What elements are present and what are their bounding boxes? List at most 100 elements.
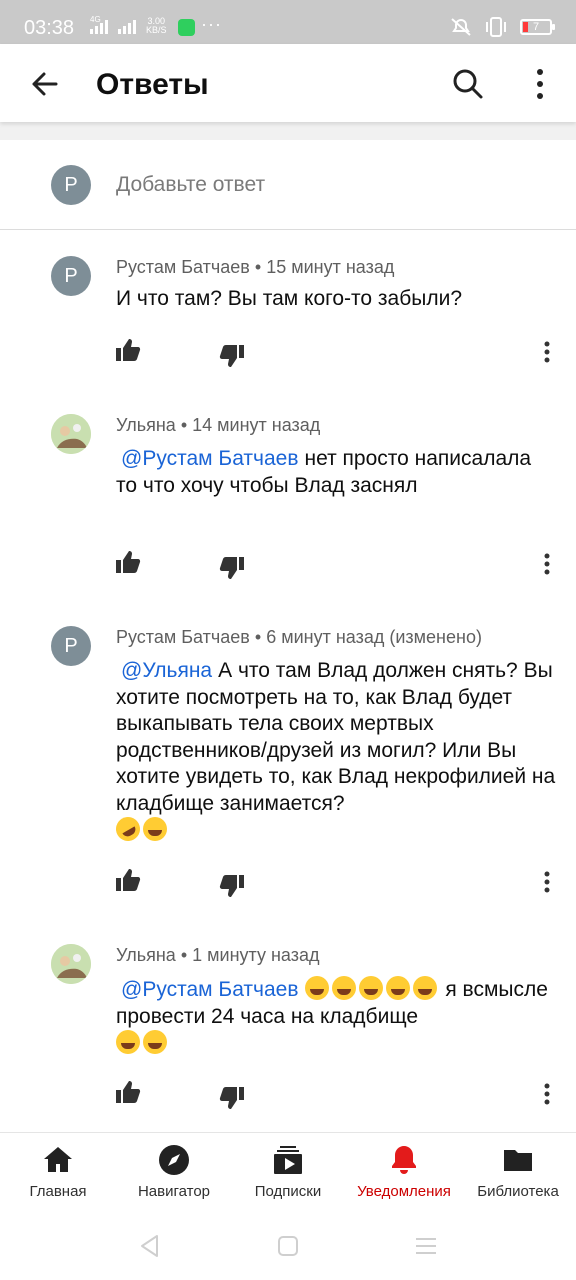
meta-separator: • (254, 257, 262, 277)
comment-time: 14 минут назад (192, 415, 321, 435)
laughing-emoji (358, 976, 383, 1000)
comment: Р Рустам Батчаев • 6 минут назад (измене… (0, 626, 576, 906)
comment-text: И что там? Вы там кого-то забыли? (116, 286, 556, 313)
network-speed: 3.00 KB/S (146, 17, 167, 35)
comment-actions (0, 336, 576, 367)
back-arrow-icon[interactable] (22, 62, 66, 106)
comment-author: Рустам Батчаев (116, 257, 250, 277)
status-right: 7 (450, 17, 555, 37)
nav-subscriptions[interactable]: Подписки (230, 1133, 346, 1213)
comment-author: Ульяна (116, 415, 176, 435)
comment-meta: Ульяна • 1 минуту назад (116, 944, 320, 966)
comment-text-content: А что там Влад должен снять? Вы хотите п… (116, 659, 556, 815)
comment-time: 15 минут назад (266, 257, 395, 277)
laughing-emoji (143, 817, 167, 841)
like-icon[interactable] (114, 1078, 142, 1106)
comment-meta: Рустам Батчаев • 6 минут назад (изменено… (116, 626, 482, 648)
meta-separator: • (180, 415, 188, 435)
add-reply-input[interactable]: Добавьте ответ (116, 172, 265, 198)
comment-meta: Рустам Батчаев • 15 минут назад (116, 256, 394, 278)
comment-more-icon[interactable] (535, 1080, 559, 1108)
comment: Р Рустам Батчаев • 15 минут назад И что … (0, 256, 576, 376)
comment-text: @Рустам Батчаев я всмысле провести 24 ча… (116, 976, 556, 1058)
network-speed-unit: KB/S (146, 25, 167, 35)
rofl-emoji (111, 812, 145, 846)
comment-time: 1 минуту назад (192, 945, 320, 965)
divider (0, 122, 576, 140)
avatar: Р (51, 165, 91, 205)
bottom-navigation: Главная Навигатор Подписки Уведомления Б… (0, 1132, 576, 1212)
avatar-image (51, 944, 91, 984)
comment-text: @Рустам Батчаев нет просто написалала то … (116, 446, 556, 499)
comment-actions (0, 866, 576, 897)
compass-icon (159, 1145, 189, 1175)
nav-notifications[interactable]: Уведомления (346, 1133, 462, 1213)
mute-icon (451, 18, 471, 36)
laughing-emoji (385, 976, 410, 1000)
comment-more-icon[interactable] (535, 338, 559, 366)
dislike-icon[interactable] (218, 872, 246, 900)
status-time: 03:38 (24, 17, 75, 39)
comment-actions (0, 548, 576, 579)
system-back-icon[interactable] (136, 1232, 164, 1260)
home-icon (44, 1147, 72, 1172)
mention-link[interactable]: @Рустам Батчаев (116, 978, 305, 1001)
comment-time: 6 минут назад (изменено) (266, 627, 482, 647)
comment: Ульяна • 1 минуту назад @Рустам Батчаев … (0, 944, 576, 1114)
signal-icon (118, 18, 136, 34)
avatar[interactable] (51, 944, 91, 984)
laughing-emoji (412, 976, 437, 1000)
like-icon[interactable] (114, 866, 142, 894)
dislike-icon[interactable] (218, 554, 246, 582)
battery-icon: 7 (520, 19, 555, 35)
comment-meta: Ульяна • 14 минут назад (116, 414, 320, 436)
system-recents-icon[interactable] (412, 1232, 440, 1260)
nav-label: Библиотека (477, 1183, 559, 1200)
comment-actions (0, 1078, 576, 1109)
message-notification-icon (178, 19, 195, 36)
meta-separator: • (254, 627, 262, 647)
comment-text-content: И что там? Вы там кого-то забыли? (116, 287, 463, 310)
comment: Ульяна • 14 минут назад @Рустам Батчаев н… (0, 414, 576, 594)
like-icon[interactable] (114, 548, 142, 576)
comment-author: Рустам Батчаев (116, 627, 250, 647)
like-icon[interactable] (114, 336, 142, 364)
laughing-emoji (143, 1030, 167, 1054)
page-title: Ответы (96, 68, 209, 101)
status-bar: 03:38 4G 3.00 KB/S ··· 7 (0, 0, 576, 44)
bell-icon (392, 1146, 416, 1174)
avatar[interactable]: Р (51, 626, 91, 666)
search-icon[interactable] (446, 62, 490, 106)
laughing-emoji (331, 976, 356, 1000)
app-bar: Ответы (0, 44, 576, 122)
avatar-image (51, 414, 91, 454)
more-notifications: ··· (201, 14, 222, 34)
nav-label: Навигатор (137, 1183, 211, 1200)
more-options-icon[interactable] (520, 62, 560, 106)
comment-author: Ульяна (116, 945, 176, 965)
meta-separator: • (180, 945, 188, 965)
nav-label: Главная (29, 1183, 87, 1200)
comment-text: @Ульяна А что там Влад должен снять? Вы х… (111, 658, 556, 846)
laughing-emoji (116, 1030, 140, 1054)
nav-home[interactable]: Главная (0, 1133, 116, 1213)
nav-library[interactable]: Библиотека (460, 1133, 576, 1213)
vibrate-icon (486, 17, 506, 37)
laughing-emoji (304, 976, 329, 1000)
comment-more-icon[interactable] (535, 868, 559, 896)
add-reply-row[interactable]: Р Добавьте ответ (0, 140, 576, 230)
dislike-icon[interactable] (218, 1084, 246, 1112)
mention-link[interactable]: @Ульяна (116, 659, 218, 682)
nav-explore[interactable]: Навигатор (116, 1133, 232, 1213)
signal-icon (90, 18, 108, 34)
folder-icon (504, 1150, 532, 1171)
mention-link[interactable]: @Рустам Батчаев (116, 447, 305, 470)
subscriptions-icon (274, 1146, 302, 1174)
avatar[interactable]: Р (51, 256, 91, 296)
nav-label: Подписки (254, 1183, 322, 1200)
avatar[interactable] (51, 414, 91, 454)
dislike-icon[interactable] (218, 342, 246, 370)
system-home-icon[interactable] (274, 1232, 302, 1260)
comment-more-icon[interactable] (535, 550, 559, 578)
nav-label: Уведомления (357, 1183, 451, 1200)
